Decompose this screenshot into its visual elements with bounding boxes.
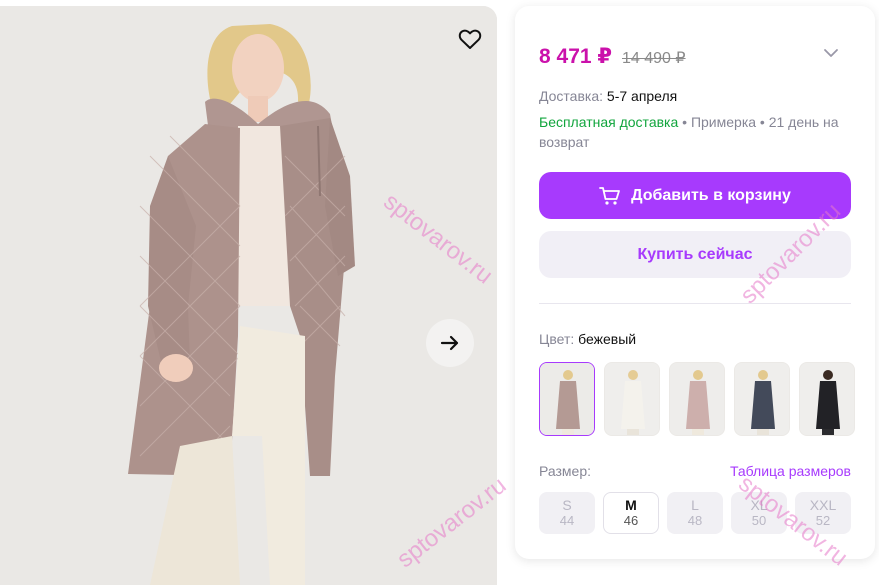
color-swatch-white[interactable] bbox=[604, 362, 660, 436]
divider bbox=[539, 303, 851, 304]
model-in-coat-image bbox=[0, 6, 497, 585]
swatch-image bbox=[605, 363, 659, 435]
cart-icon bbox=[599, 186, 621, 205]
free-delivery-text: Бесплатная доставка bbox=[539, 114, 679, 130]
size-option-m[interactable]: M 46 bbox=[603, 492, 659, 534]
current-price: 8 471 ₽ bbox=[539, 45, 612, 68]
arrow-right-icon bbox=[440, 335, 459, 351]
size-letter: M bbox=[625, 497, 637, 513]
buy-now-label: Купить сейчас bbox=[637, 245, 753, 263]
product-photo[interactable] bbox=[0, 6, 497, 585]
color-value: бежевый bbox=[578, 331, 637, 347]
size-letter: L bbox=[691, 497, 699, 513]
color-swatch-black[interactable] bbox=[799, 362, 855, 436]
size-table-link[interactable]: Таблица размеров bbox=[725, 463, 851, 479]
next-image-button[interactable] bbox=[426, 319, 474, 367]
size-number: 48 bbox=[687, 513, 703, 528]
favorite-button[interactable] bbox=[455, 24, 485, 54]
color-swatch-navy[interactable] bbox=[734, 362, 790, 436]
purchase-card: 8 471 ₽ 14 490 ₽ Доставка: 5-7 апреля Бе… bbox=[515, 6, 875, 559]
size-option-xl[interactable]: XL 50 bbox=[731, 492, 787, 534]
add-to-cart-button[interactable]: Добавить в корзину bbox=[539, 172, 851, 219]
size-option-l[interactable]: L 48 bbox=[667, 492, 723, 534]
color-swatch-rose[interactable] bbox=[669, 362, 725, 436]
color-label-row: Цвет: бежевый bbox=[539, 331, 636, 347]
size-label: Размер: bbox=[539, 463, 592, 479]
product-page: 8 471 ₽ 14 490 ₽ Доставка: 5-7 апреля Бе… bbox=[0, 0, 879, 585]
delivery-date: 5-7 апреля bbox=[606, 88, 678, 104]
swatch-image bbox=[540, 363, 594, 435]
size-option-s[interactable]: S 44 bbox=[539, 492, 595, 534]
size-number: 50 bbox=[751, 513, 767, 528]
color-swatches bbox=[539, 362, 855, 436]
color-label: Цвет: bbox=[539, 331, 575, 347]
heart-icon bbox=[458, 29, 482, 49]
swatch-image bbox=[800, 363, 854, 435]
size-option-xxl[interactable]: XXL 52 bbox=[795, 492, 851, 534]
size-number: 52 bbox=[815, 513, 831, 528]
delivery-info: Бесплатная доставка • Примерка • 21 день… bbox=[539, 112, 849, 152]
color-swatch-beige[interactable] bbox=[539, 362, 595, 436]
delivery-line: Доставка: 5-7 апреля bbox=[539, 88, 677, 104]
add-to-cart-label: Добавить в корзину bbox=[631, 186, 791, 204]
size-letter: XXL bbox=[809, 497, 837, 513]
size-number: 46 bbox=[623, 513, 639, 528]
swatch-image bbox=[735, 363, 789, 435]
price-row: 8 471 ₽ 14 490 ₽ bbox=[539, 44, 686, 69]
size-letter: XL bbox=[750, 497, 768, 513]
buy-now-button[interactable]: Купить сейчас bbox=[539, 231, 851, 278]
delivery-label: Доставка: bbox=[539, 88, 604, 104]
chevron-down-icon[interactable] bbox=[821, 46, 841, 60]
size-letter: S bbox=[562, 497, 572, 513]
old-price: 14 490 ₽ bbox=[622, 50, 686, 67]
size-options: S 44 M 46 L 48 XL 50 XXL 52 bbox=[539, 492, 851, 534]
swatch-image bbox=[670, 363, 724, 435]
size-number: 44 bbox=[559, 513, 575, 528]
